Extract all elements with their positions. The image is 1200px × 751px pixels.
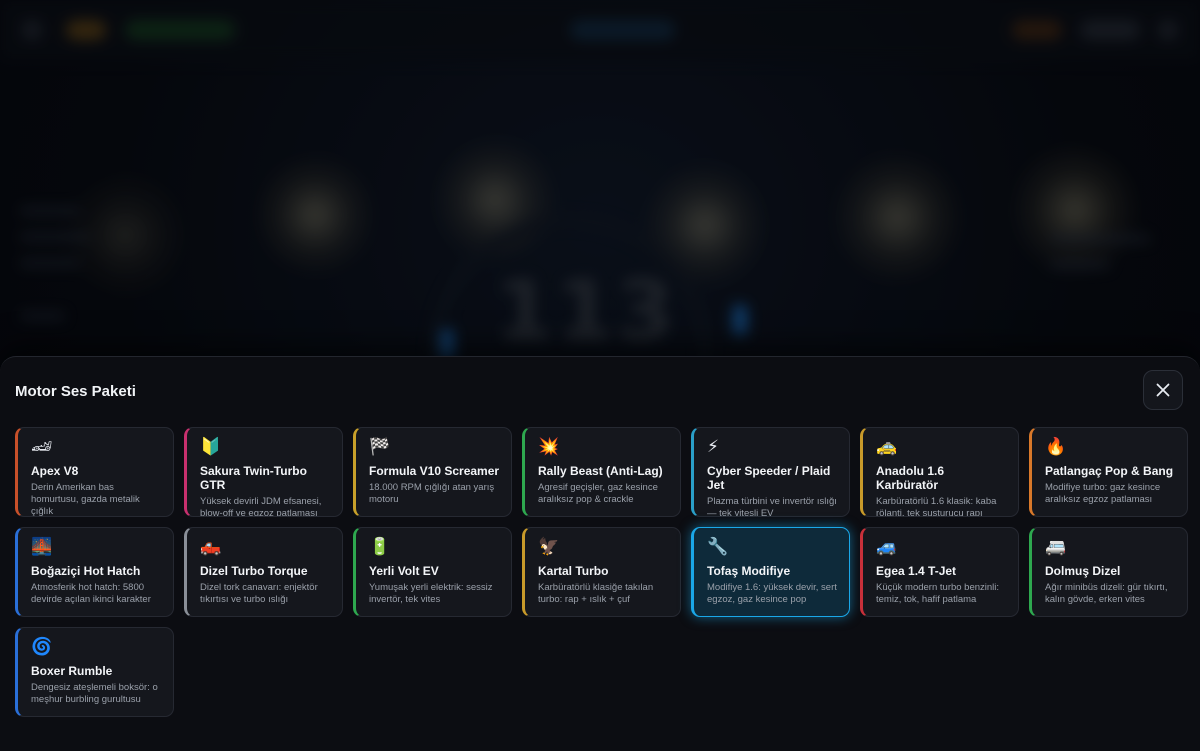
- sound-pack-card[interactable]: 💥 Rally Beast (Anti-Lag) Agresif geçişler,…: [522, 427, 681, 517]
- sound-pack-description: Yüksek devirli JDM efsanesi, blow-off ve…: [200, 496, 322, 517]
- sound-pack-name: Dizel Turbo Torque: [200, 564, 308, 578]
- sound-pack-card[interactable]: 🦅 Kartal Turbo Karbüratörlü klasiğe takıla…: [522, 527, 681, 617]
- sound-pack-description: Yumuşak yerli elektrik: sessiz invertör,…: [369, 582, 493, 605]
- sound-pack-description: Agresif geçişler, gaz kesince aralıksız …: [538, 482, 658, 505]
- close-icon: [1156, 383, 1170, 397]
- sound-pack-card[interactable]: 🏎 Apex V8 Derin Amerikan bas homurtusu, ga…: [15, 427, 174, 517]
- sound-pack-description: Dizel tork canavarı: enjektör tıkırtısı …: [200, 582, 318, 605]
- sound-pack-name: Boğaziçi Hot Hatch: [31, 564, 141, 578]
- sound-pack-panel: Motor Ses Paketi 🏎 Apex V8 Derin Amerikan …: [0, 356, 1200, 751]
- sound-pack-card[interactable]: 🛻 Dizel Turbo Torque Dizel tork canavarı: …: [184, 527, 343, 617]
- battery-icon: 🔋: [369, 537, 391, 556]
- cyclone-icon: 🌀: [31, 637, 53, 656]
- sound-pack-card[interactable]: 🌀 Boxer Rumble Dengesiz ateşlemeli boksör:…: [15, 627, 174, 717]
- sound-pack-card[interactable]: 🚙 Egea 1.4 T-Jet Küçük modern turbo benzin…: [860, 527, 1019, 617]
- checkered-flag-icon: 🏁: [369, 437, 391, 456]
- taxi-icon: 🚕: [876, 437, 898, 456]
- sound-pack-card[interactable]: 🔋 Yerli Volt EV Yumuşak yerli elektrik: se…: [353, 527, 512, 617]
- eagle-icon: 🦅: [538, 537, 560, 556]
- fire-icon: 🔥: [1045, 437, 1067, 456]
- sound-pack-card[interactable]: 🔧 Tofaş Modifiye Modifiye 1.6: yüksek devi…: [691, 527, 850, 617]
- explosion-icon: 💥: [538, 437, 560, 456]
- sound-pack-description: Dengesiz ateşlemeli boksör: o meşhur bur…: [31, 682, 158, 705]
- wrench-icon: 🔧: [707, 537, 729, 556]
- sound-pack-card[interactable]: 🚕 Anadolu 1.6 Karbüratör Karbüratörlü 1.6 …: [860, 427, 1019, 517]
- sound-pack-description: Derin Amerikan bas homurtusu, gazda meta…: [31, 482, 140, 517]
- sound-pack-description: Karbüratörlü 1.6 klasik: kaba rölanti, t…: [876, 496, 997, 517]
- sound-pack-name: Apex V8: [31, 464, 79, 478]
- sound-pack-grid: 🏎 Apex V8 Derin Amerikan bas homurtusu, ga…: [15, 427, 1188, 717]
- sound-pack-card[interactable]: 🔥 Patlangaç Pop & Bang Modifiye turbo: gaz…: [1029, 427, 1188, 517]
- close-button[interactable]: [1143, 370, 1183, 410]
- sound-pack-card[interactable]: 🚐 Dolmuş Dizel Ağır minibüs dizeli: gür tı…: [1029, 527, 1188, 617]
- sound-pack-name: Boxer Rumble: [31, 664, 113, 678]
- beginner-badge-icon: 🔰: [200, 437, 222, 456]
- cityscape-icon: 🌉: [31, 537, 53, 556]
- sound-pack-description: 18.000 RPM çığlığı atan yarış motoru: [369, 482, 495, 505]
- sound-pack-name: Cyber Speeder / Plaid Jet: [707, 464, 831, 492]
- sound-pack-card[interactable]: ⚡ Cyber Speeder / Plaid Jet Plazma türbini…: [691, 427, 850, 517]
- sound-pack-description: Plazma türbini ve invertör ıslığı — tek …: [707, 496, 837, 517]
- sound-pack-name: Sakura Twin-Turbo GTR: [200, 464, 307, 492]
- sound-pack-name: Egea 1.4 T-Jet: [876, 564, 957, 578]
- sound-pack-name: Rally Beast (Anti-Lag): [538, 464, 663, 478]
- sound-pack-card[interactable]: 🔰 Sakura Twin-Turbo GTR Yüksek devirli JDM…: [184, 427, 343, 517]
- race-car-icon: 🏎: [31, 437, 53, 456]
- lightning-icon: ⚡: [707, 437, 719, 456]
- sound-pack-description: Atmosferik hot hatch: 5800 devirde açıla…: [31, 582, 151, 605]
- panel-title: Motor Ses Paketi: [15, 383, 136, 400]
- car-icon: 🚙: [876, 537, 898, 556]
- minibus-icon: 🚐: [1045, 537, 1067, 556]
- sound-pack-name: Kartal Turbo: [538, 564, 609, 578]
- sound-pack-name: Dolmuş Dizel: [1045, 564, 1121, 578]
- sound-pack-description: Modifiye 1.6: yüksek devir, sert egzoz, …: [707, 582, 837, 605]
- sound-pack-name: Patlangaç Pop & Bang: [1045, 464, 1174, 478]
- sound-pack-card[interactable]: 🌉 Boğaziçi Hot Hatch Atmosferik hot hatch:…: [15, 527, 174, 617]
- sound-pack-name: Yerli Volt EV: [369, 564, 439, 578]
- sound-pack-card[interactable]: 🏁 Formula V10 Screamer 18.000 RPM çığlığı …: [353, 427, 512, 517]
- sound-pack-description: Ağır minibüs dizeli: gür tıkırtı, kalın …: [1045, 582, 1168, 605]
- sound-pack-description: Küçük modern turbo benzinli: temiz, tok,…: [876, 582, 1000, 605]
- sound-pack-name: Formula V10 Screamer: [369, 464, 500, 478]
- pickup-truck-icon: 🛻: [200, 537, 222, 556]
- sound-pack-name: Anadolu 1.6 Karbüratör: [876, 464, 945, 492]
- sound-pack-name: Tofaş Modifiye: [707, 564, 791, 578]
- sound-pack-description: Modifiye turbo: gaz kesince aralıksız eg…: [1045, 482, 1161, 505]
- sound-pack-description: Karbüratörlü klasiğe takılan turbo: rap …: [538, 582, 654, 605]
